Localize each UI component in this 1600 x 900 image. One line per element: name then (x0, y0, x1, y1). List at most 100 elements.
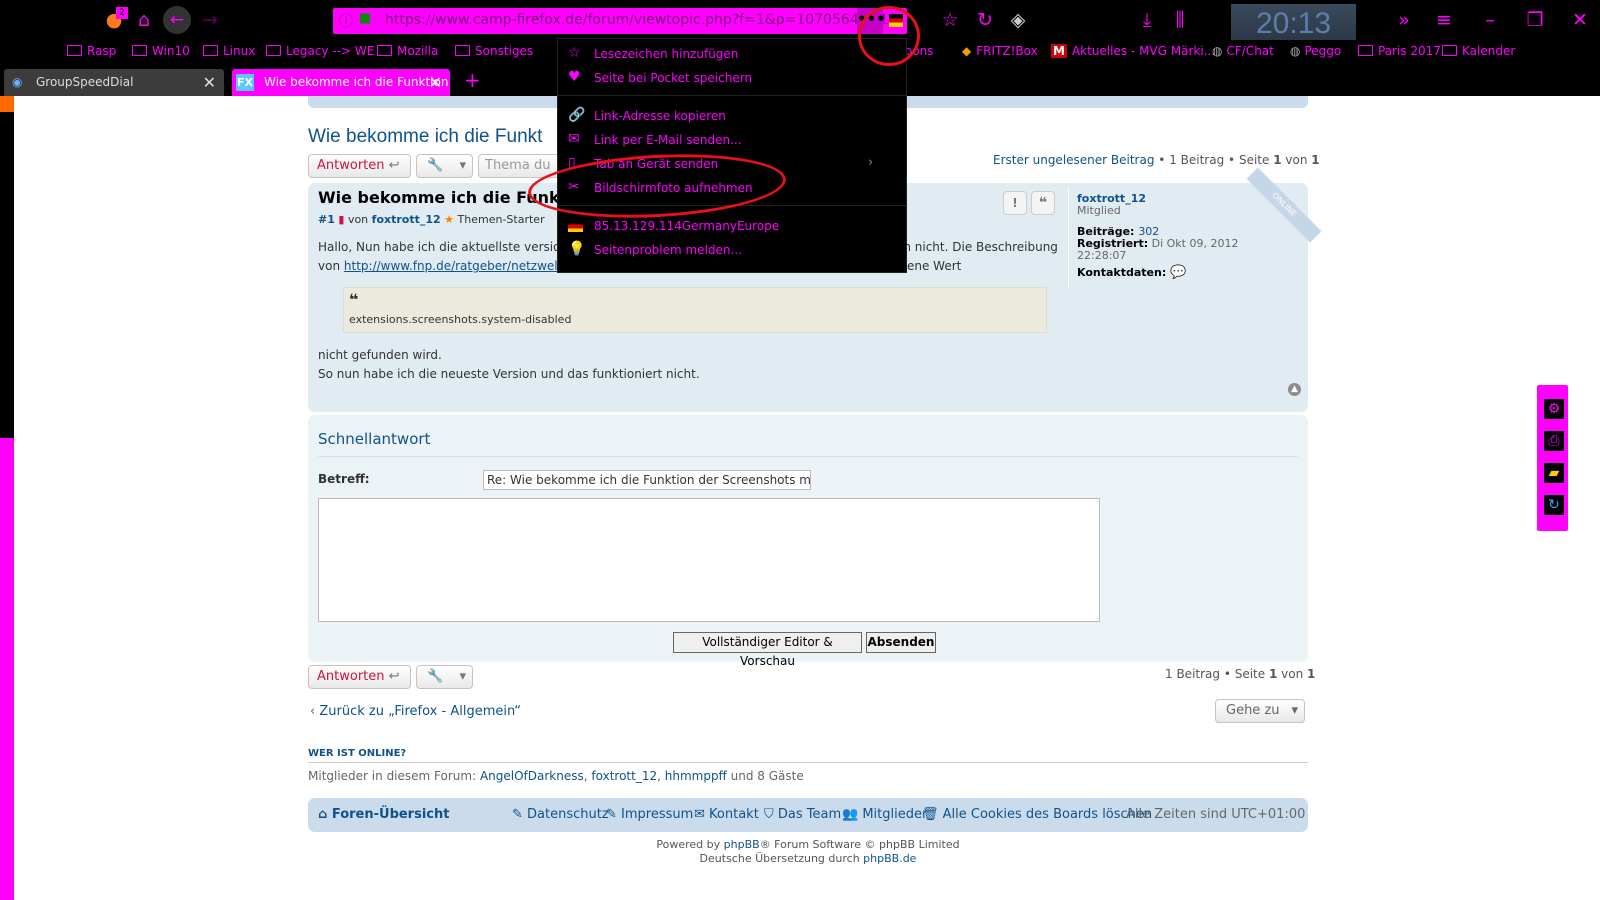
bookmark-mozilla[interactable]: Mozilla (377, 44, 438, 58)
team-link[interactable]: ⛉ Das Team (764, 807, 841, 822)
starter-star-icon: ★ (444, 213, 455, 226)
heading-divider (318, 456, 1298, 457)
bookmark-rasp[interactable]: Rasp (67, 44, 116, 58)
privacy-link[interactable]: ✎ Datenschutz (512, 807, 609, 822)
quote-button[interactable]: ❝ (1031, 191, 1055, 215)
bookmark-peggo[interactable]: ◍ Peggo (1290, 44, 1341, 58)
phpbb-de-link[interactable]: phpBB.de (863, 852, 916, 865)
tools-button[interactable]: 🔧 ▾ (416, 154, 473, 178)
close-window-icon[interactable]: ✕ (1566, 0, 1594, 40)
tab-groupspeeddial[interactable]: ◉ GroupSpeedDial ✕ (4, 69, 224, 96)
library-icon[interactable]: ⫼ (1166, 0, 1194, 40)
subject-input[interactable]: Re: Wie bekomme ich die Funktion der Scr… (483, 470, 811, 490)
menu-report-problem[interactable]: Seitenproblem melden... (594, 243, 742, 257)
post-number[interactable]: #1 (318, 213, 335, 226)
globe-icon: ◍ (1290, 44, 1301, 58)
fox-icon[interactable]: ● (100, 0, 128, 40)
url-text[interactable]: https://www.camp-firefox.de/forum/viewto… (385, 12, 897, 28)
bookmark-mvg[interactable]: M Aktuelles - MVG Märki... (1051, 44, 1215, 58)
bookmark-sonstiges[interactable]: Sonstiges (455, 44, 533, 58)
chevron-down-icon: ▾ (1291, 703, 1298, 718)
translation-credit: Deutsche Übersetzung durch phpBB.de (699, 852, 917, 865)
pagination-top: Erster ungelesener Beitrag • 1 Beitrag •… (993, 153, 1320, 167)
tools-button-bottom[interactable]: 🔧 ▾ (416, 665, 473, 689)
browser-toolbar: ● 2 ⌂ ← → ⓘ ■ https://www.camp-firefox.d… (0, 0, 1600, 44)
online-user-link[interactable]: hhmmppff (665, 769, 727, 783)
back-to-forum-link[interactable]: ‹ Zurück zu „Firefox - Allgemein“ (310, 704, 521, 719)
report-button[interactable]: ! (1003, 191, 1027, 215)
close-tab-icon[interactable]: ✕ (429, 69, 442, 96)
minimize-icon[interactable]: – (1476, 0, 1504, 40)
back-to-top-icon[interactable]: ▲ (1288, 383, 1301, 396)
contact-link[interactable]: ✉ Kontakt (694, 807, 759, 822)
url-bar[interactable]: ⓘ ■ https://www.camp-firefox.de/forum/vi… (333, 8, 907, 34)
folder-open-icon[interactable]: ▰ (1544, 463, 1564, 483)
members-link[interactable]: 👥 Mitglieder (842, 807, 927, 822)
wrench-icon: ✎ (512, 807, 523, 822)
menu-email-link[interactable]: Link per E-Mail senden... (594, 133, 742, 147)
post-body-line1: Hallo, Nun habe ich die aktuellste versi… (318, 240, 1058, 254)
message-textarea[interactable] (318, 498, 1100, 622)
wrench-icon: 🔧 (427, 158, 444, 173)
forward-icon[interactable]: → (196, 0, 224, 40)
reply-button-bottom[interactable]: Antworten ↩ (308, 665, 411, 689)
quote-text: extensions.screenshots.system-disabled (349, 313, 572, 326)
download-icon[interactable]: ⤓ (1133, 0, 1161, 40)
home-icon[interactable]: ⌂ (130, 0, 158, 40)
annotation-circle-menu-button (858, 6, 920, 66)
post-author-link[interactable]: foxtrott_12 (372, 213, 441, 226)
chat-bubble-icon[interactable]: 💬 (1170, 265, 1186, 280)
back-button[interactable]: ← (163, 6, 191, 34)
profile-reg-time: 22:28:07 (1077, 249, 1127, 262)
first-unread-link[interactable]: Erster ungelesener Beitrag (993, 153, 1154, 167)
folder-icon (1358, 45, 1373, 56)
bookmark-linux[interactable]: Linux (203, 44, 255, 58)
bookmark-paris[interactable]: Paris 2017 (1358, 44, 1441, 58)
chevron-right-icon: › (868, 155, 874, 170)
online-user-link[interactable]: AngelOfDarkness (480, 769, 584, 783)
new-tab-icon[interactable]: + (464, 68, 481, 92)
board-index-link[interactable]: ⌂ Foren-Übersicht (318, 807, 449, 822)
full-editor-button[interactable]: Vollständiger Editor & Vorschau (673, 632, 862, 668)
printer-icon[interactable]: ⎙ (1544, 431, 1564, 451)
bookmark-fritzbox[interactable]: ◆ FRITZ!Box (962, 44, 1038, 58)
star-icon[interactable]: ☆ (936, 0, 964, 40)
shield-icon: ⛉ (764, 807, 774, 822)
phpbb-link[interactable]: phpBB (724, 838, 760, 851)
clock-widget: 20:13 (1231, 4, 1356, 44)
online-heading: WER IST ONLINE? (308, 748, 407, 759)
subject-label: Betreff: (318, 472, 370, 486)
bookmark-win10[interactable]: Win10 (132, 44, 190, 58)
quick-reply-panel: Schnellantwort Betreff: Re: Wie bekomme … (308, 415, 1308, 668)
shield-icon[interactable]: ◈ (1004, 0, 1032, 40)
folder-icon (377, 45, 392, 56)
tab-active-forum[interactable]: FX Wie bekomme ich die Funktion ✕ (232, 69, 450, 96)
bookmark-legacy[interactable]: Legacy --> WE (266, 44, 374, 58)
settings-gear-icon[interactable]: ⚙ (1544, 399, 1564, 419)
online-user-link[interactable]: foxtrott_12 (591, 769, 657, 783)
users-icon: 👥 (842, 807, 859, 822)
reply-button[interactable]: Antworten ↩ (308, 154, 411, 178)
bulb-icon: 💡 (568, 241, 586, 257)
mvg-icon: M (1051, 44, 1067, 58)
delete-cookies-link[interactable]: 🗑 Alle Cookies des Boards löschen (922, 807, 1152, 822)
overflow-icon[interactable]: » (1390, 0, 1418, 40)
topic-title[interactable]: Wie bekomme ich die Funkt (308, 126, 542, 148)
jump-to-select[interactable]: Gehe zu ▾ (1215, 699, 1305, 723)
maximize-icon[interactable]: ❐ (1521, 0, 1549, 40)
menu-save-pocket[interactable]: Seite bei Pocket speichern (594, 71, 752, 85)
trash-icon: 🗑 (922, 807, 939, 822)
info-icon[interactable]: ⓘ (339, 11, 353, 31)
menu-copy-link[interactable]: Link-Adresse kopieren (594, 109, 726, 123)
submit-button[interactable]: Absenden (866, 632, 936, 653)
bookmark-kalender[interactable]: Kalender (1442, 44, 1515, 58)
bookmark-cfchat[interactable]: ◍ CF/Chat (1212, 44, 1274, 58)
menu-bookmark-page[interactable]: Lesezeichen hinzufügen (594, 47, 738, 61)
reload-icon[interactable]: ↻ (971, 0, 999, 40)
menu-ip-info[interactable]: 85.13.129.114GermanyEurope (594, 219, 779, 233)
close-tab-icon[interactable]: ✕ (203, 69, 216, 96)
imprint-link[interactable]: ✎ Impressum (606, 807, 693, 822)
refresh-icon[interactable]: ↻ (1544, 495, 1564, 515)
hamburger-menu-icon[interactable]: ≡ (1430, 0, 1458, 40)
profile-panel: ONLINE foxtrott_12 Mitglied Beiträge: 30… (1068, 167, 1322, 287)
